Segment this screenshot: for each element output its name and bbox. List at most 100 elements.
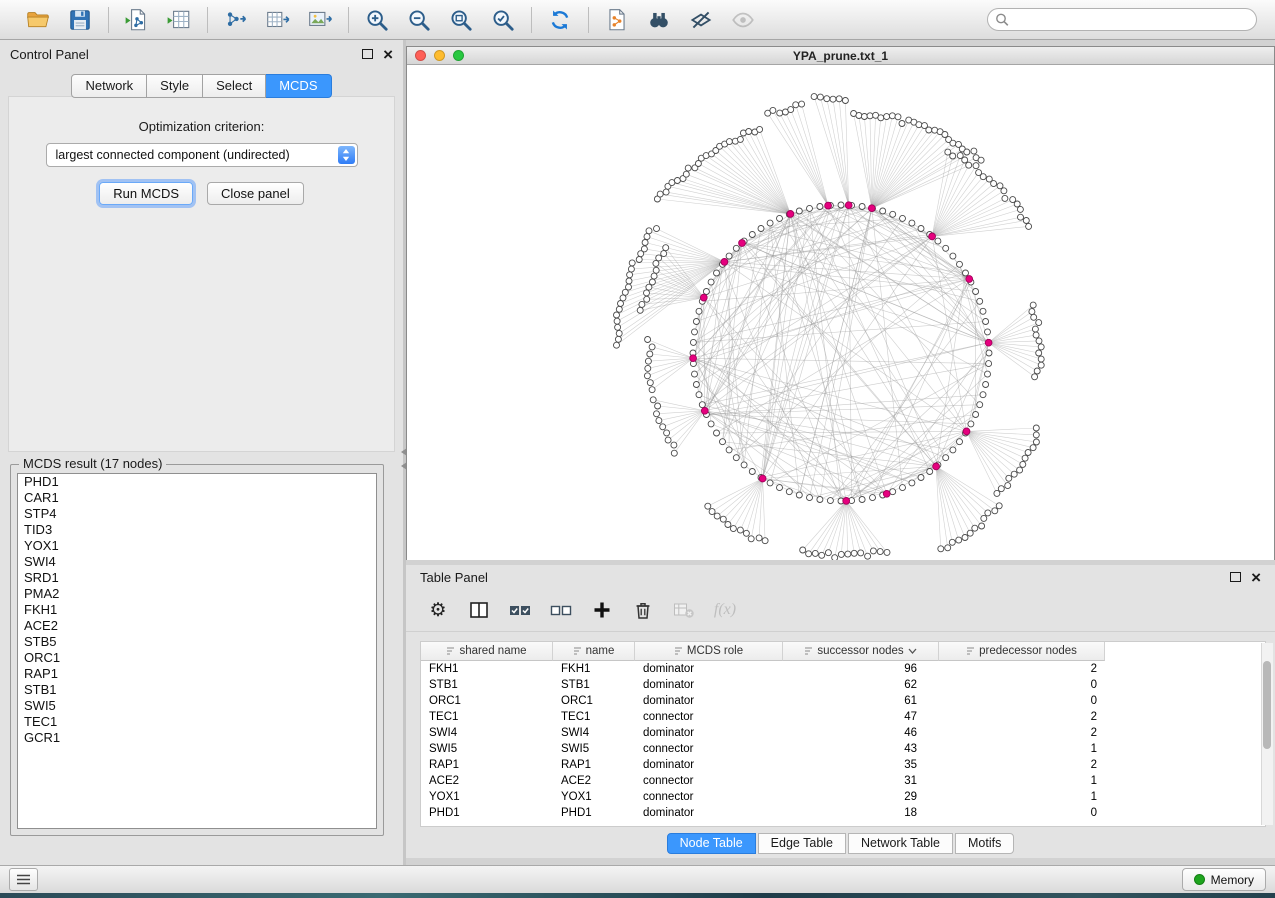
list-item[interactable]: SWI5 xyxy=(18,698,376,714)
list-item[interactable]: CAR1 xyxy=(18,490,376,506)
delete-row-icon[interactable] xyxy=(631,598,655,622)
memory-button[interactable]: Memory xyxy=(1182,868,1266,891)
table-cell: 61 xyxy=(783,695,939,707)
table-cell: FKH1 xyxy=(421,663,553,675)
close-panel-button[interactable]: Close panel xyxy=(207,182,304,205)
maximize-window-icon[interactable] xyxy=(453,50,464,61)
task-list-button[interactable] xyxy=(9,868,38,891)
tab-edge-table[interactable]: Edge Table xyxy=(758,833,846,854)
list-item[interactable]: STP4 xyxy=(18,506,376,522)
list-item[interactable]: FKH1 xyxy=(18,602,376,618)
column-header[interactable]: shared name xyxy=(421,642,553,661)
list-item[interactable]: ORC1 xyxy=(18,650,376,666)
list-item[interactable]: RAP1 xyxy=(18,666,376,682)
toolbar-group xyxy=(532,5,588,35)
table-row[interactable]: ACE2ACE2connector311 xyxy=(421,773,1265,789)
list-item[interactable]: SWI4 xyxy=(18,554,376,570)
status-bar: Memory xyxy=(0,865,1275,893)
zoom-selected-icon[interactable] xyxy=(488,5,518,35)
select-all-icon[interactable] xyxy=(508,598,532,622)
float-window-icon[interactable] xyxy=(1230,572,1241,582)
zoom-out-icon[interactable] xyxy=(404,5,434,35)
column-header[interactable]: MCDS role xyxy=(635,642,783,661)
table-row[interactable]: SWI4SWI4dominator462 xyxy=(421,725,1265,741)
table-cell: PHD1 xyxy=(421,807,553,819)
table-row[interactable]: PHD1PHD1dominator180 xyxy=(421,805,1265,821)
clear-table-icon xyxy=(672,598,696,622)
table-toolbar: ⚙f(x) xyxy=(406,589,1275,632)
open-folder-icon[interactable] xyxy=(23,5,53,35)
chevron-down-icon[interactable] xyxy=(908,645,917,657)
run-mcds-button[interactable]: Run MCDS xyxy=(99,182,193,205)
list-item[interactable]: YOX1 xyxy=(18,538,376,554)
list-item[interactable]: GCR1 xyxy=(18,730,376,746)
eye-icon xyxy=(728,5,758,35)
float-window-icon[interactable] xyxy=(362,49,373,59)
table-cell: SWI5 xyxy=(553,743,635,755)
table-cell: 2 xyxy=(939,663,1105,675)
table-row[interactable]: STB1STB1dominator620 xyxy=(421,677,1265,693)
table-row[interactable]: SWI5SWI5connector431 xyxy=(421,741,1265,757)
table-row[interactable]: TEC1TEC1connector472 xyxy=(421,709,1265,725)
toolbar-group xyxy=(10,5,108,35)
export-network-icon[interactable] xyxy=(221,5,251,35)
tab-select[interactable]: Select xyxy=(203,74,266,98)
list-item[interactable]: TID3 xyxy=(18,522,376,538)
search-input[interactable] xyxy=(987,8,1257,31)
table-panel-title: Table Panel xyxy=(420,570,488,585)
import-table-icon[interactable] xyxy=(164,5,194,35)
mcds-result-list[interactable]: PHD1CAR1STP4TID3YOX1SWI4SRD1PMA2FKH1ACE2… xyxy=(17,473,377,829)
scrollbar-thumb[interactable] xyxy=(1263,661,1271,749)
tab-style[interactable]: Style xyxy=(147,74,203,98)
column-chooser-icon[interactable] xyxy=(467,598,491,622)
share-document-icon[interactable] xyxy=(602,5,632,35)
tab-network[interactable]: Network xyxy=(71,74,147,98)
save-icon[interactable] xyxy=(65,5,95,35)
add-row-icon[interactable] xyxy=(590,598,614,622)
export-image-icon[interactable] xyxy=(305,5,335,35)
table-cell: 0 xyxy=(939,807,1105,819)
main-toolbar xyxy=(0,0,1275,40)
column-header[interactable]: name xyxy=(553,642,635,661)
close-panel-icon[interactable]: × xyxy=(1251,569,1261,586)
tab-network-table[interactable]: Network Table xyxy=(848,833,953,854)
list-item[interactable]: PHD1 xyxy=(18,474,376,490)
import-network-icon[interactable] xyxy=(122,5,152,35)
list-item[interactable]: STB1 xyxy=(18,682,376,698)
list-item[interactable]: ACE2 xyxy=(18,618,376,634)
network-window-titlebar[interactable]: YPA_prune.txt_1 xyxy=(407,47,1274,65)
refresh-icon[interactable] xyxy=(545,5,575,35)
tab-motifs[interactable]: Motifs xyxy=(955,833,1014,854)
table-header-row: shared namenameMCDS rolesuccessor nodesp… xyxy=(421,642,1265,661)
toolbar-icon-groups xyxy=(10,0,771,39)
network-graph[interactable] xyxy=(407,65,1274,560)
list-item[interactable]: TEC1 xyxy=(18,714,376,730)
table-scrollbar[interactable] xyxy=(1261,643,1273,825)
tab-mcds[interactable]: MCDS xyxy=(266,74,331,98)
table-cell: STB1 xyxy=(553,679,635,691)
zoom-in-icon[interactable] xyxy=(362,5,392,35)
list-item[interactable]: STB5 xyxy=(18,634,376,650)
export-table-icon[interactable] xyxy=(263,5,293,35)
binoculars-icon[interactable] xyxy=(644,5,674,35)
minimize-window-icon[interactable] xyxy=(434,50,445,61)
memory-label: Memory xyxy=(1211,873,1254,887)
table-row[interactable]: ORC1ORC1dominator610 xyxy=(421,693,1265,709)
gear-icon[interactable]: ⚙ xyxy=(426,598,450,622)
table-row[interactable]: FKH1FKH1dominator962 xyxy=(421,661,1265,677)
table-row[interactable]: YOX1YOX1connector291 xyxy=(421,789,1265,805)
optimization-criterion-select[interactable]: largest connected component (undirected) xyxy=(46,143,358,167)
deselect-all-icon[interactable] xyxy=(549,598,573,622)
control-panel-header: Control Panel × xyxy=(0,40,403,68)
list-item[interactable]: SRD1 xyxy=(18,570,376,586)
close-panel-icon[interactable]: × xyxy=(383,46,393,63)
network-canvas[interactable] xyxy=(407,65,1274,560)
column-header[interactable]: successor nodes xyxy=(783,642,939,661)
style-filter-icon[interactable] xyxy=(686,5,716,35)
close-window-icon[interactable] xyxy=(415,50,426,61)
column-header[interactable]: predecessor nodes xyxy=(939,642,1105,661)
table-row[interactable]: RAP1RAP1dominator352 xyxy=(421,757,1265,773)
zoom-fit-icon[interactable] xyxy=(446,5,476,35)
tab-node-table[interactable]: Node Table xyxy=(667,833,756,854)
list-item[interactable]: PMA2 xyxy=(18,586,376,602)
